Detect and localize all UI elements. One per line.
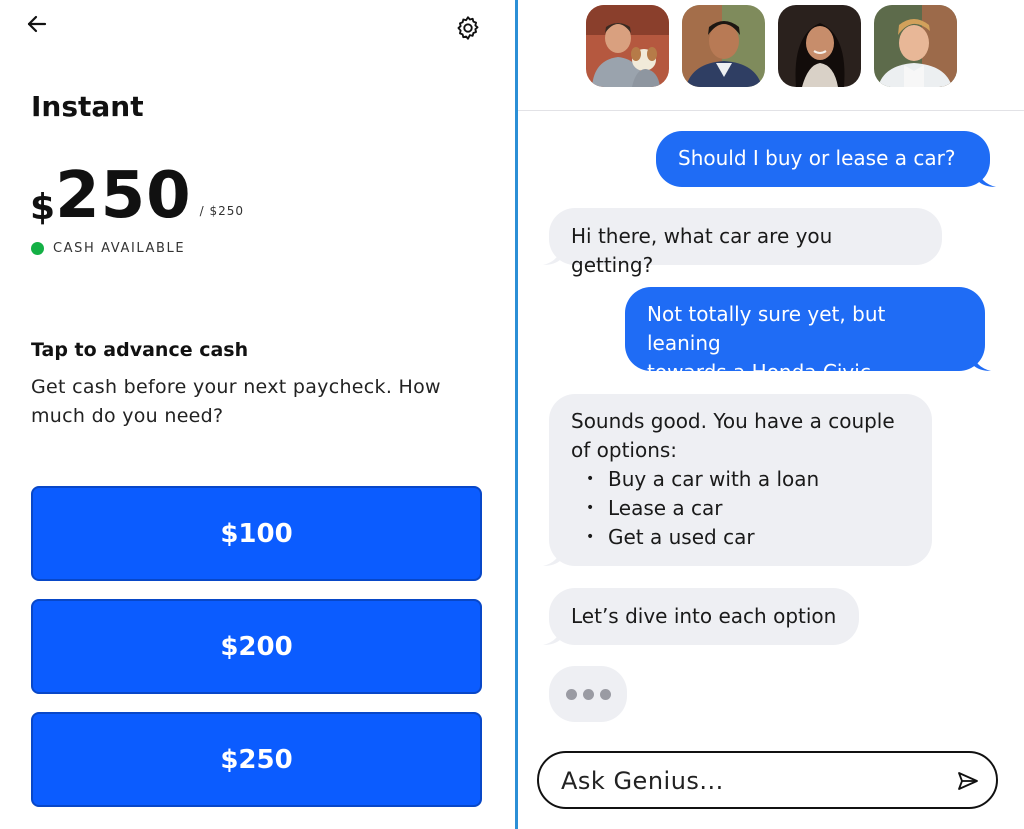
advance-250-button[interactable]: $250: [31, 712, 482, 807]
settings-button[interactable]: [452, 12, 484, 44]
balance-amount: 250: [55, 159, 192, 233]
message-text-line: of options:: [571, 438, 678, 462]
section-title: Tap to advance cash: [31, 339, 249, 361]
advisor-avatars: [586, 5, 957, 87]
page-title: Instant: [31, 90, 144, 123]
typing-dot: [599, 688, 611, 700]
chat-input[interactable]: [561, 763, 931, 799]
send-button[interactable]: [954, 767, 982, 795]
message-text-line: Not totally sure yet, but leaning: [647, 302, 886, 355]
avatar[interactable]: [586, 5, 669, 87]
status-dot-icon: [31, 242, 44, 255]
message-text-line: towards a Honda Civic: [647, 360, 871, 384]
header-divider: [518, 110, 1024, 111]
typing-dot: [565, 688, 577, 700]
message-text: Let’s dive into each option: [571, 604, 837, 628]
avatar[interactable]: [778, 5, 861, 87]
message-text: Hi there, what car are you getting?: [571, 224, 833, 277]
bubble-tail-icon: [973, 353, 991, 371]
section-description: Get cash before your next paycheck. How …: [31, 376, 441, 427]
app-screen: Instant $ 250 / $250 CASH AVAILABLE Tap …: [0, 0, 1024, 829]
avatar[interactable]: [874, 5, 957, 87]
balance-display: $ 250 / $250: [30, 160, 244, 232]
message-text-line: Sounds good. You have a couple: [571, 409, 895, 433]
typing-indicator: [549, 666, 627, 722]
chat-panel: Should I buy or lease a car? Hi there, w…: [518, 0, 1024, 829]
list-item: Buy a car with a loan: [571, 465, 910, 494]
bubble-tail-icon: [543, 548, 561, 566]
advance-100-button[interactable]: $100: [31, 486, 482, 581]
typing-dot: [582, 688, 594, 700]
gear-icon: [457, 16, 479, 40]
options-list: Buy a car with a loan Lease a car Get a …: [571, 465, 910, 552]
bubble-tail-icon: [543, 247, 561, 265]
back-button[interactable]: [22, 10, 52, 38]
message-outgoing: Should I buy or lease a car?: [656, 131, 996, 187]
cash-advance-panel: Instant $ 250 / $250 CASH AVAILABLE Tap …: [0, 0, 515, 829]
bubble-tail-icon: [543, 627, 561, 645]
balance-limit: / $250: [199, 204, 245, 218]
advance-200-button[interactable]: $200: [31, 599, 482, 694]
message-outgoing: Not totally sure yet, but leaning toward…: [625, 287, 991, 384]
list-item: Lease a car: [571, 494, 910, 523]
bubble-tail-icon: [978, 169, 996, 187]
arrow-left-icon: [27, 15, 47, 33]
cash-available-status: CASH AVAILABLE: [31, 241, 185, 256]
list-item: Get a used car: [571, 523, 910, 552]
message-incoming: Let’s dive into each option: [543, 588, 859, 645]
message-incoming: Sounds good. You have a couple of option…: [543, 394, 932, 566]
chat-input-container: [537, 751, 998, 809]
currency-symbol: $: [30, 187, 56, 228]
message-text: Should I buy or lease a car?: [678, 146, 956, 170]
avatar[interactable]: [682, 5, 765, 87]
send-icon: [958, 772, 978, 790]
status-label: CASH AVAILABLE: [53, 241, 186, 256]
message-incoming: Hi there, what car are you getting?: [543, 208, 942, 277]
